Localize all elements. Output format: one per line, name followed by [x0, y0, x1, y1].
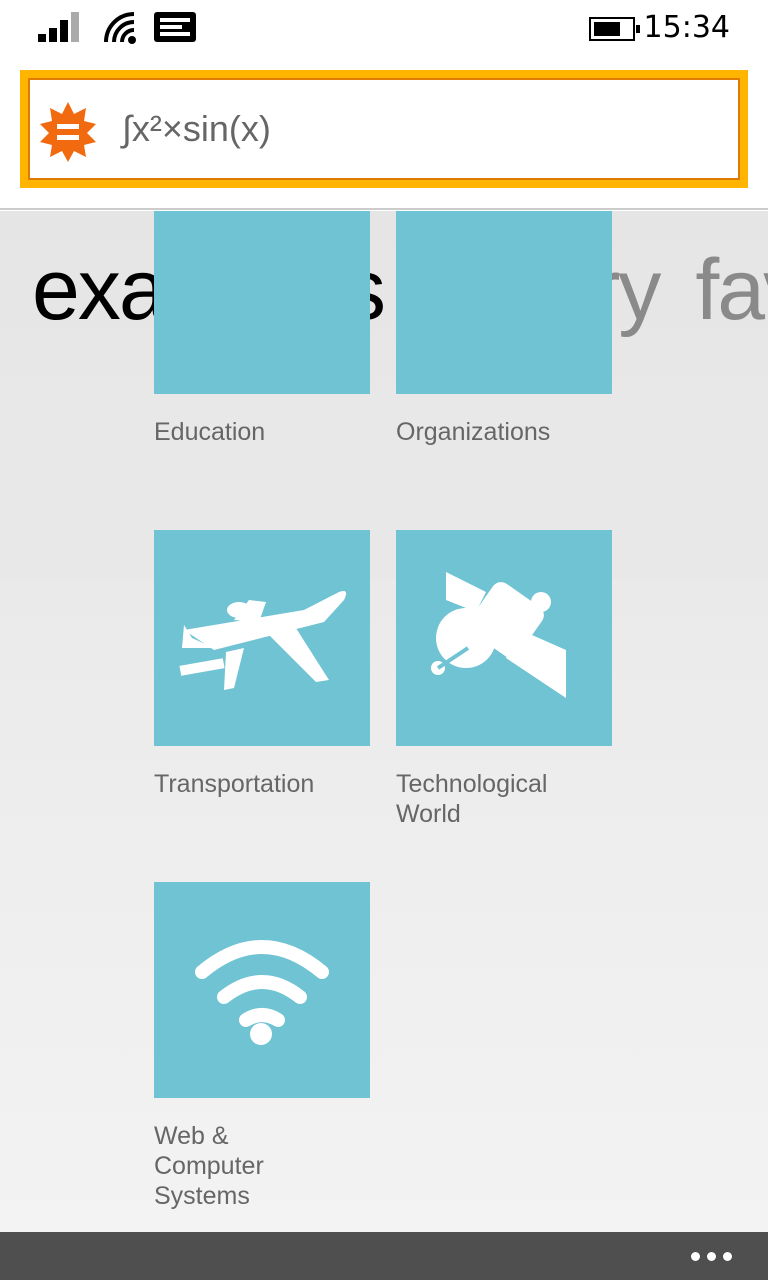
- tile-label: Technological World: [396, 769, 626, 829]
- tile-label: Education: [154, 418, 266, 446]
- tab-favorites[interactable]: favorites: [695, 242, 768, 338]
- tile-transportation[interactable]: [154, 530, 370, 746]
- label-line: World: [396, 800, 461, 828]
- label-line: Computer: [154, 1152, 264, 1180]
- pivot-content: exampleshistoryfavorites Education Organ…: [0, 211, 768, 1232]
- tile-technological-world[interactable]: [396, 530, 612, 746]
- header: 15:34 ∫x²×sin(x): [0, 0, 768, 210]
- label-line: Technological: [396, 770, 548, 798]
- app-bar: [0, 1232, 768, 1280]
- airplane-icon: [179, 591, 347, 690]
- more-icon[interactable]: [691, 1252, 732, 1261]
- search-box[interactable]: ∫x²×sin(x): [20, 70, 748, 188]
- tile-label: Web & Computer Systems: [154, 1121, 384, 1211]
- tile-web-computer-systems[interactable]: [154, 882, 370, 1098]
- tile-label: Organizations: [396, 418, 551, 446]
- battery-icon: [589, 17, 640, 41]
- tile-education[interactable]: [154, 211, 370, 394]
- message-icon: [154, 12, 196, 42]
- wolfram-alpha-icon: [40, 102, 96, 162]
- label-line: Web &: [154, 1122, 229, 1150]
- status-bar: 15:34: [0, 0, 768, 60]
- clock: 15:34: [643, 10, 730, 45]
- tile-label: Transportation: [154, 770, 315, 798]
- satellite-icon: [431, 572, 566, 698]
- label-line: Systems: [154, 1182, 250, 1210]
- wifi-icon: [104, 12, 136, 44]
- search-input[interactable]: ∫x²×sin(x): [122, 108, 271, 150]
- signal-icon: [38, 12, 79, 42]
- wifi-icon: [195, 940, 329, 1045]
- pivot-header-mask: [0, 473, 768, 579]
- tile-organizations[interactable]: [396, 211, 612, 394]
